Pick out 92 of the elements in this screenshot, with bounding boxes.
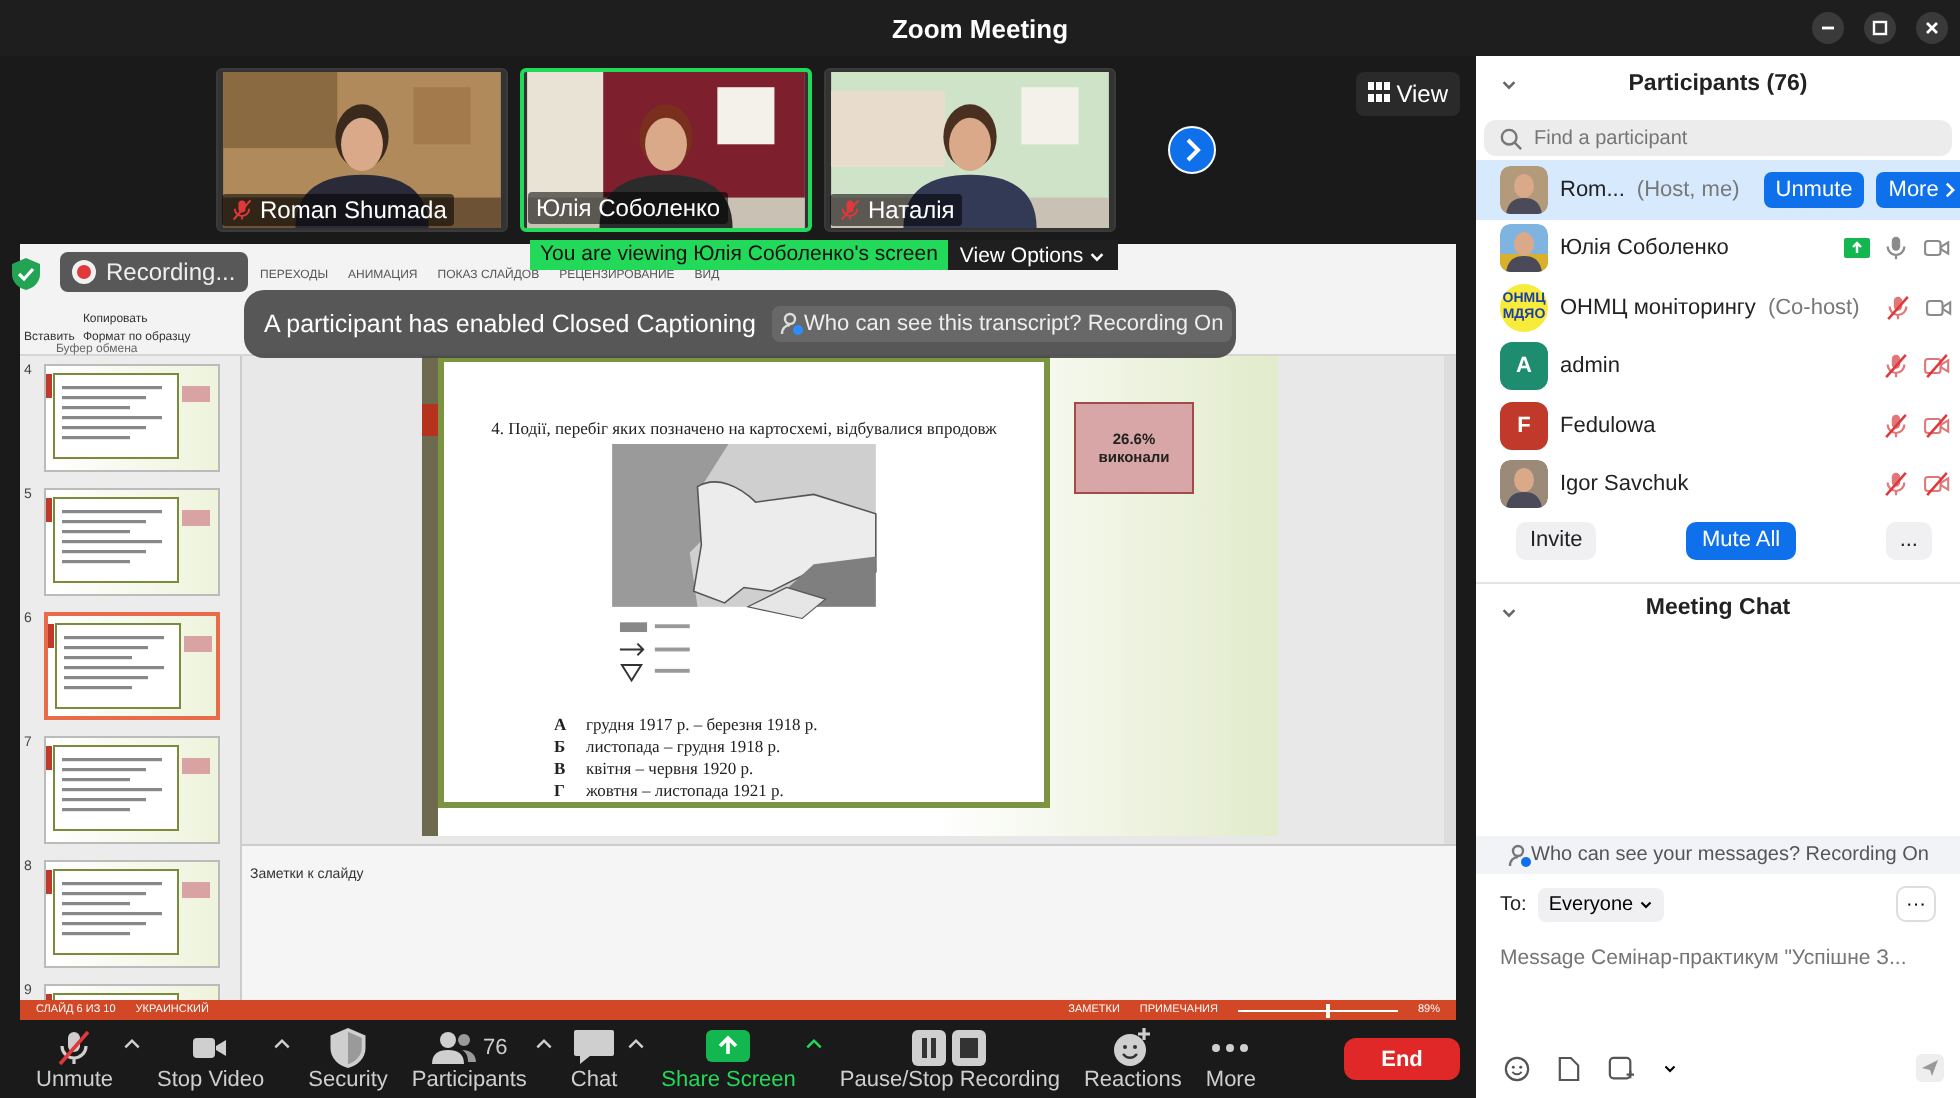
chat-button[interactable]: Chat bbox=[562, 1023, 626, 1095]
participant-role: (Co-host) bbox=[1767, 295, 1860, 320]
search-icon bbox=[1500, 128, 1522, 150]
panel-title: Participants (76) bbox=[1628, 72, 1808, 96]
avatar: F bbox=[1500, 401, 1548, 450]
participant-name: Наталія bbox=[868, 196, 955, 224]
recording-indicator[interactable]: Recording... bbox=[60, 252, 248, 292]
answer-text: квітня – червня 1920 р. bbox=[586, 758, 754, 780]
participant-name: Юлія Соболенко bbox=[536, 194, 721, 222]
grid-icon bbox=[1367, 82, 1390, 102]
slide-thumbnail[interactable] bbox=[44, 860, 220, 968]
caret-icon[interactable] bbox=[1662, 1062, 1678, 1074]
recipient-label: To: bbox=[1500, 893, 1527, 915]
security-button[interactable]: Security bbox=[300, 1023, 396, 1095]
share-screen-button[interactable]: Share Screen bbox=[653, 1023, 804, 1095]
screenshot-icon[interactable] bbox=[1608, 1055, 1634, 1081]
more-button[interactable]: ... bbox=[1885, 521, 1932, 559]
sharing-banner: You are viewing Юлія Соболенко's screen bbox=[530, 240, 948, 270]
participant-row[interactable]: Igor Savchuk bbox=[1476, 455, 1960, 514]
chat-notice[interactable]: Who can see your messages? Recording On bbox=[1476, 836, 1960, 874]
caret-icon bbox=[1087, 247, 1106, 263]
view-button[interactable]: View bbox=[1355, 72, 1460, 116]
participant-name: Igor Savchuk bbox=[1560, 472, 1689, 497]
participant-row[interactable]: F Fedulowa bbox=[1476, 396, 1960, 455]
chat-icon bbox=[572, 1027, 617, 1067]
send-icon[interactable] bbox=[1916, 1054, 1944, 1082]
participant-row[interactable]: A admin bbox=[1476, 337, 1960, 396]
end-button[interactable]: End bbox=[1344, 1038, 1460, 1080]
slide-thumbnail[interactable] bbox=[44, 736, 220, 844]
panel-title: Meeting Chat bbox=[1645, 596, 1791, 620]
avatar: A bbox=[1500, 342, 1548, 391]
next-page-button[interactable] bbox=[1168, 126, 1216, 174]
recording-button[interactable]: Pause/Stop Recording bbox=[831, 1023, 1068, 1095]
share-icon bbox=[706, 1029, 751, 1065]
record-icon bbox=[72, 260, 96, 284]
participant-name: Roman Shumada bbox=[260, 196, 447, 224]
participant-row[interactable]: Rom... (Host, me) Unmute More bbox=[1476, 160, 1960, 219]
question-text: 4. Події, перебіг яких позначено на картосхемі, відбувалися впродовж bbox=[491, 418, 997, 438]
answer-letter: Б bbox=[554, 736, 568, 758]
collapse-icon[interactable] bbox=[1500, 604, 1518, 620]
slide-thumbnail[interactable] bbox=[44, 364, 220, 472]
person-icon bbox=[1507, 843, 1531, 867]
unmute-button[interactable]: Unmute bbox=[28, 1023, 122, 1095]
recording-label: Recording... bbox=[106, 258, 236, 286]
file-icon[interactable] bbox=[1558, 1055, 1580, 1081]
stop-video-button[interactable]: Stop Video bbox=[149, 1023, 273, 1095]
pause-stop-icon bbox=[909, 1027, 990, 1067]
more-icon bbox=[1210, 1041, 1251, 1053]
person-icon bbox=[780, 312, 805, 336]
muted-mic-icon bbox=[230, 198, 254, 222]
more-button[interactable]: ··· bbox=[1896, 886, 1936, 922]
answer-text: грудня 1917 р. – березня 1918 р. bbox=[586, 714, 818, 736]
people-icon bbox=[431, 1029, 476, 1065]
invite-button[interactable]: Invite bbox=[1516, 521, 1597, 559]
participant-name: Юлія Соболенко bbox=[1560, 236, 1729, 261]
minimize-icon[interactable] bbox=[1812, 12, 1844, 44]
answer-text: жовтня – листопада 1921 р. bbox=[586, 780, 784, 802]
more-button[interactable]: More bbox=[1876, 171, 1960, 208]
smiley-icon bbox=[1112, 1027, 1153, 1067]
muted-mic-icon bbox=[838, 198, 862, 222]
participant-name: Fedulowa bbox=[1560, 413, 1656, 438]
mute-all-button[interactable]: Mute All bbox=[1685, 521, 1797, 559]
answer-letter: В bbox=[554, 758, 568, 780]
participant-row[interactable]: Юлія Соболенко bbox=[1476, 219, 1960, 278]
collapse-icon[interactable] bbox=[1500, 76, 1518, 92]
participant-name: ОНМЦ моніторингу bbox=[1560, 295, 1756, 320]
slide-thumbnail[interactable] bbox=[44, 488, 220, 596]
caret-icon[interactable] bbox=[803, 1035, 824, 1051]
participant-role: (Host, me) bbox=[1636, 177, 1740, 202]
scrollbar[interactable] bbox=[1444, 356, 1456, 844]
more-button[interactable]: More bbox=[1197, 1023, 1264, 1095]
answer-letter: Г bbox=[554, 780, 567, 802]
participant-name: Rom... bbox=[1560, 177, 1625, 202]
search-field[interactable]: Find a participant bbox=[1484, 120, 1952, 156]
emoji-icon[interactable] bbox=[1504, 1055, 1530, 1081]
shield-icon bbox=[330, 1027, 367, 1067]
chevron-icon bbox=[1944, 181, 1957, 198]
reactions-button[interactable]: Reactions bbox=[1075, 1023, 1190, 1095]
window-title: Zoom Meeting bbox=[891, 13, 1069, 43]
recipient-dropdown[interactable]: Everyone bbox=[1538, 887, 1665, 921]
answer-letter: А bbox=[554, 714, 569, 736]
unmute-button[interactable]: Unmute bbox=[1763, 171, 1865, 208]
participant-name: admin bbox=[1560, 354, 1620, 379]
caret-icon bbox=[1638, 897, 1655, 909]
transcript-info-button[interactable]: Who can see this transcript? Recording On bbox=[772, 306, 1232, 342]
answer-text: листопада – грудня 1918 р. bbox=[586, 736, 781, 758]
participants-button[interactable]: 76 Participants bbox=[403, 1023, 535, 1095]
close-icon[interactable] bbox=[1916, 12, 1948, 44]
slide-thumbnail[interactable] bbox=[44, 612, 220, 720]
notification-message: A participant has enabled Closed Captioning bbox=[264, 310, 757, 338]
view-options-button[interactable]: View Options bbox=[947, 240, 1118, 270]
maximize-icon[interactable] bbox=[1864, 12, 1896, 44]
